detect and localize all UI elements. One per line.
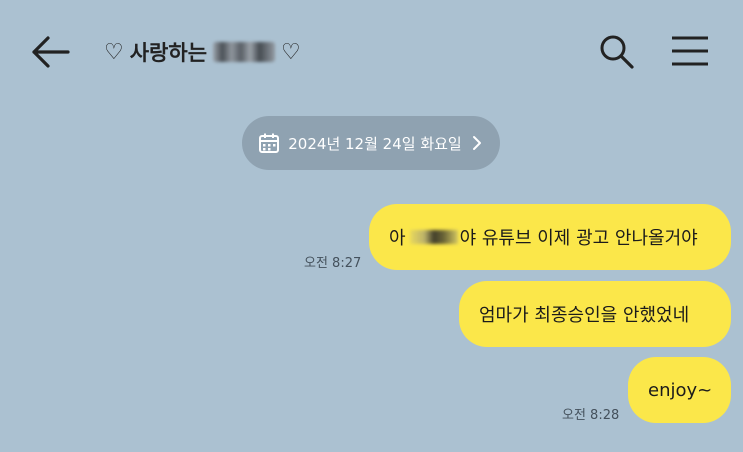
menu-button[interactable] [670, 35, 710, 67]
back-button[interactable] [28, 34, 72, 70]
message-text: enjoy~ [648, 379, 713, 401]
heart-left: ♡ [104, 39, 124, 65]
search-button[interactable] [598, 33, 636, 71]
search-icon [600, 35, 634, 69]
date-text: 2024년 12월 24일 화요일 [288, 134, 462, 153]
message-text-suffix: 야 유튜브 이제 광고 안나올거야 [459, 228, 698, 249]
message-bubble[interactable]: 아 야 유튜브 이제 광고 안나올거야 [369, 204, 731, 270]
calendar-icon [259, 133, 280, 153]
message-time: 오전 8:28 [562, 408, 620, 423]
back-arrow-icon [32, 36, 70, 68]
blurred-name [409, 230, 458, 244]
date-divider[interactable]: 2024년 12월 24일 화요일 [242, 116, 500, 170]
chevron-right-icon [472, 136, 481, 150]
message-time: 오전 8:27 [304, 256, 362, 271]
message-bubble[interactable]: 엄마가 최종승인을 안했었네 [459, 281, 731, 347]
message-text-prefix: 아 [389, 228, 406, 249]
chat-title-text: 사랑하는 [129, 41, 208, 65]
hamburger-menu-icon [672, 36, 708, 66]
message-text: 엄마가 최종승인을 안했었네 [479, 305, 690, 326]
message-bubble[interactable]: enjoy~ [628, 357, 731, 423]
heart-right: ♡ [281, 39, 301, 65]
chat-title: ♡ 사랑하는 ♡ [104, 36, 301, 68]
blurred-name [213, 42, 276, 62]
chat-header: ♡ 사랑하는 ♡ [0, 0, 743, 104]
